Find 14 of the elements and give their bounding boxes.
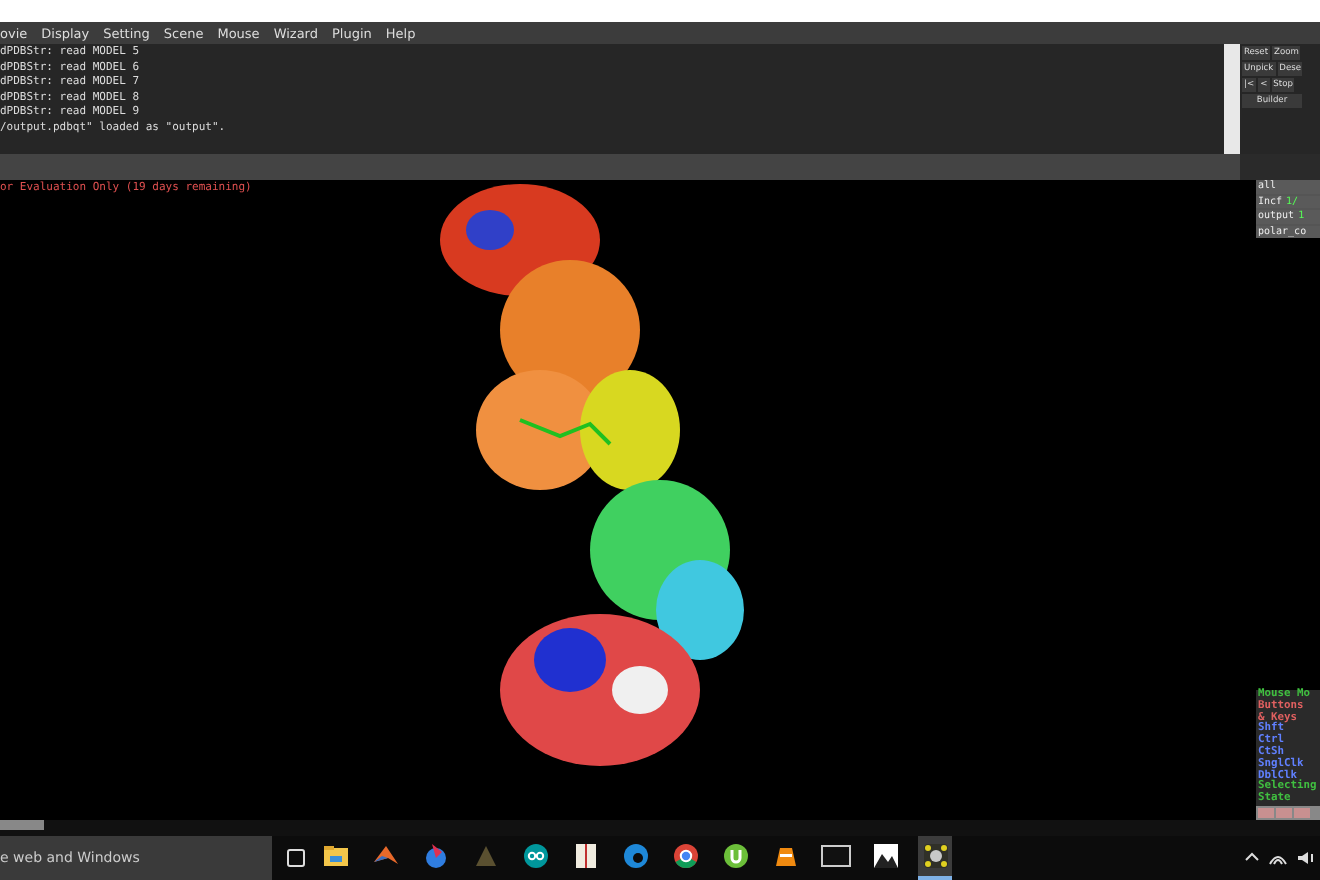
scrollbar-thumb[interactable] <box>0 820 44 830</box>
speaker-icon[interactable] <box>1296 850 1316 866</box>
infinity-icon <box>519 840 551 872</box>
molecule-icon <box>919 840 951 872</box>
task-view-icon[interactable] <box>284 848 308 868</box>
chevron-up-icon[interactable] <box>1244 850 1260 862</box>
scrollbar[interactable] <box>1224 44 1240 154</box>
browser-icon <box>669 840 701 872</box>
torrent-icon <box>719 840 751 872</box>
network-icon[interactable] <box>1268 850 1288 866</box>
taskbar-app[interactable] <box>918 836 952 880</box>
command-input[interactable] <box>0 154 1240 180</box>
image-icon <box>869 840 901 872</box>
folder-icon <box>319 840 351 872</box>
